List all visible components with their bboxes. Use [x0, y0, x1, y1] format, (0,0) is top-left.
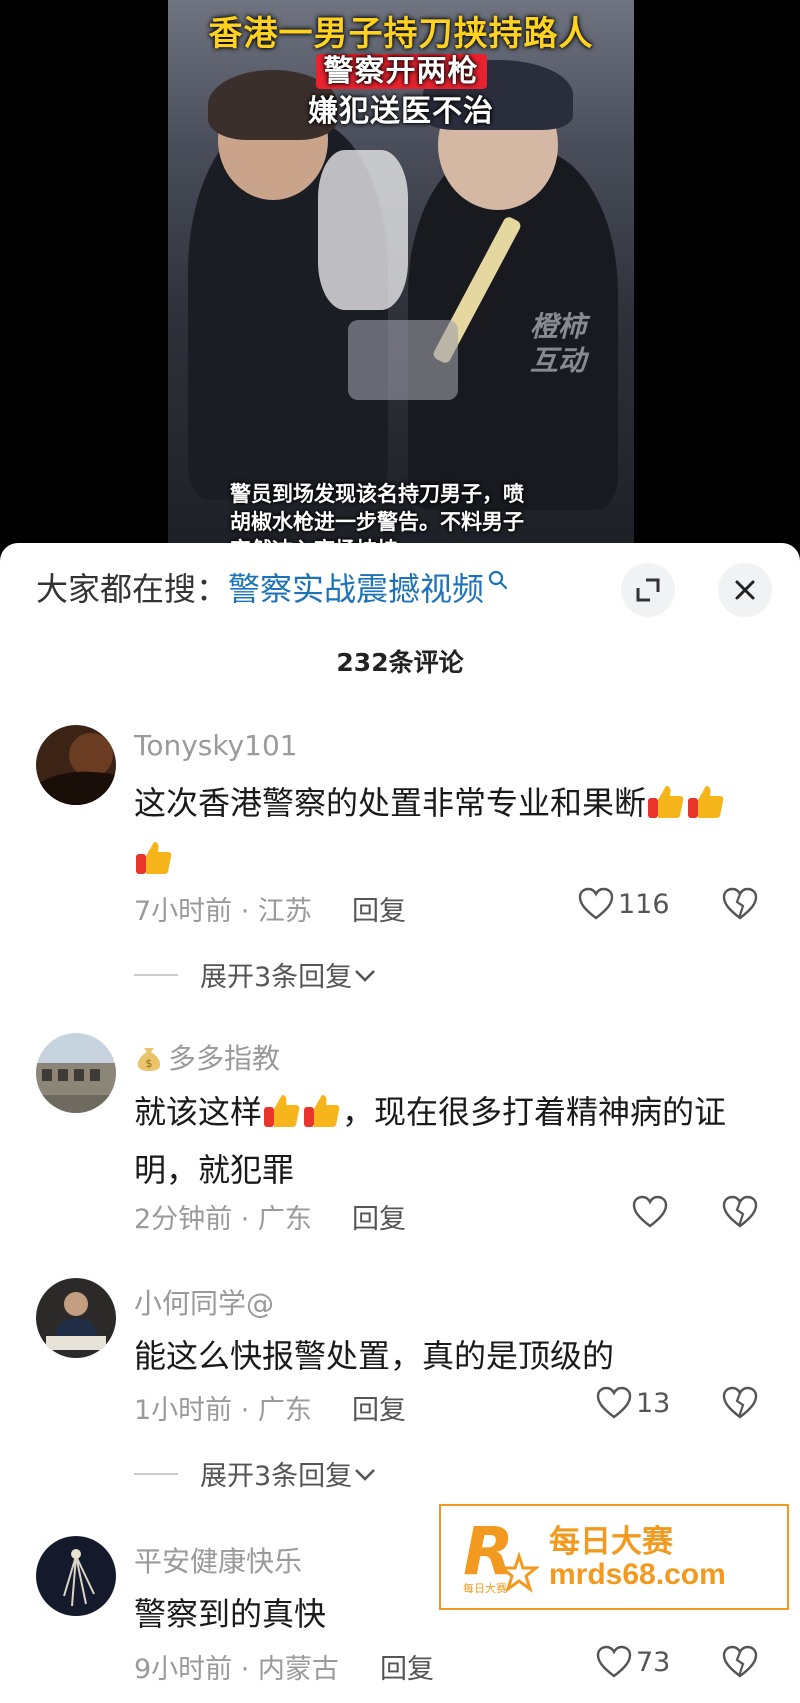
video-subtitle-line: 警员到场发现该名持刀男子，喷 — [230, 482, 524, 506]
comment-time-location: 9小时前 · 内蒙古 — [134, 1654, 339, 1685]
heart-icon — [596, 1645, 632, 1678]
chevron-down-icon — [355, 1468, 376, 1481]
comment-username[interactable]: $ 多多指教 — [134, 1037, 280, 1077]
comment-text: 就该这样 ，现在很多打着精神病的证明，就犯罪 — [134, 1093, 727, 1189]
like-count: 13 — [636, 1387, 671, 1419]
comment-item: 小何同学@ 能这么快报警处置，真的是顶级的 1小时前 · 广东 回复 13 展开… — [0, 1278, 800, 1498]
search-term-link[interactable]: 警察实战震撼视频 — [228, 564, 484, 610]
search-prefix-label: 大家都在搜： — [36, 570, 229, 608]
ad-url[interactable]: mrds68.com — [549, 1558, 726, 1592]
video-frame: 香港一男子持刀挟持路人 警察开两枪 嫌犯送医不治 橙柿 互动 警员到场发现该名持… — [168, 0, 634, 560]
close-icon — [735, 580, 755, 600]
avatar[interactable] — [36, 725, 116, 805]
reply-button[interactable]: 回复 — [380, 1647, 434, 1686]
broken-heart-icon — [722, 1386, 758, 1419]
divider — [134, 973, 178, 976]
broken-heart-icon — [722, 1195, 758, 1228]
dislike-button[interactable] — [722, 1386, 758, 1424]
expand-button[interactable] — [621, 563, 675, 617]
video-watermark: 橙柿 互动 — [530, 310, 587, 377]
avatar[interactable] — [36, 1033, 116, 1113]
thumbs-up-emoji-icon — [648, 786, 684, 818]
reply-button[interactable]: 回复 — [352, 1388, 406, 1427]
ad-banner[interactable]: R 每日大赛 每日大赛 mrds68.com — [439, 1504, 789, 1610]
thumbs-up-emoji-icon — [136, 842, 172, 874]
chevron-down-icon — [355, 969, 376, 982]
brand-logo-icon: R 每日大赛 — [463, 1516, 539, 1595]
comment-item: Tonysky101 这次香港警察的处置非常专业和果断 7小时前 · 江苏 回复… — [0, 725, 800, 993]
search-icon — [488, 570, 508, 590]
avatar[interactable] — [36, 1278, 116, 1358]
video-subtitle-line: 胡椒水枪进一步警告。不料男子 — [230, 510, 524, 534]
video-headline-highlight: 警察开两枪 — [168, 46, 634, 90]
svg-text:每日大赛: 每日大赛 — [463, 1581, 507, 1595]
comment-time-location: 2分钟前 · 广东 — [134, 1204, 312, 1235]
expand-icon — [636, 578, 660, 602]
comment-time-location: 1小时前 · 广东 — [134, 1395, 312, 1426]
thumbs-up-emoji-icon — [688, 786, 724, 818]
like-count: 116 — [618, 888, 670, 920]
search-suggestion[interactable]: 大家都在搜： 警察实战震撼视频 — [36, 564, 510, 610]
svg-text:R: R — [463, 1516, 514, 1590]
money-bag-icon: $ — [137, 1048, 161, 1071]
comments-count: 232条评论 — [336, 648, 464, 677]
comment-username[interactable]: 小何同学@ — [134, 1282, 274, 1322]
dislike-button[interactable] — [722, 887, 758, 925]
like-count: 73 — [636, 1646, 671, 1678]
expand-replies-button[interactable]: 展开3条回复 — [134, 955, 378, 994]
comment-username[interactable]: 平安健康快乐 — [134, 1540, 302, 1580]
svg-text:$: $ — [146, 1057, 153, 1070]
comment-text: 这次香港警察的处置非常专业和果断 — [134, 775, 764, 887]
dislike-button[interactable] — [722, 1645, 758, 1683]
comment-time-location: 7小时前 · 江苏 — [134, 896, 312, 927]
like-button[interactable]: 13 — [596, 1386, 670, 1420]
like-button[interactable] — [632, 1195, 668, 1229]
reply-button[interactable]: 回复 — [352, 1197, 406, 1236]
video-headline-sub: 嫌犯送医不治 — [308, 94, 494, 129]
comment-username[interactable]: Tonysky101 — [134, 729, 298, 762]
like-button[interactable]: 73 — [596, 1645, 670, 1679]
ad-brand-name: 每日大赛 — [549, 1524, 673, 1560]
heart-icon — [596, 1386, 632, 1419]
comment-text: 能这么快报警处置，真的是顶级的 — [134, 1337, 615, 1375]
thumbs-up-emoji-icon — [304, 1095, 340, 1127]
divider — [134, 1472, 178, 1475]
heart-icon — [632, 1195, 668, 1228]
broken-heart-icon — [722, 887, 758, 920]
video-player[interactable]: 香港一男子持刀挟持路人 警察开两枪 嫌犯送医不治 橙柿 互动 警员到场发现该名持… — [0, 0, 800, 560]
close-button[interactable] — [718, 563, 772, 617]
reply-button[interactable]: 回复 — [352, 889, 406, 928]
expand-replies-button[interactable]: 展开3条回复 — [134, 1454, 378, 1493]
avatar[interactable] — [36, 1536, 116, 1616]
heart-icon — [578, 887, 614, 920]
dislike-button[interactable] — [722, 1195, 758, 1233]
comment-item: $ 多多指教 就该这样 ，现在很多打着精神病的证明，就犯罪 2分钟前 · 广东 回复 — [0, 1033, 800, 1236]
like-button[interactable]: 116 — [578, 887, 670, 921]
thumbs-up-emoji-icon — [264, 1095, 300, 1127]
broken-heart-icon — [722, 1645, 758, 1678]
